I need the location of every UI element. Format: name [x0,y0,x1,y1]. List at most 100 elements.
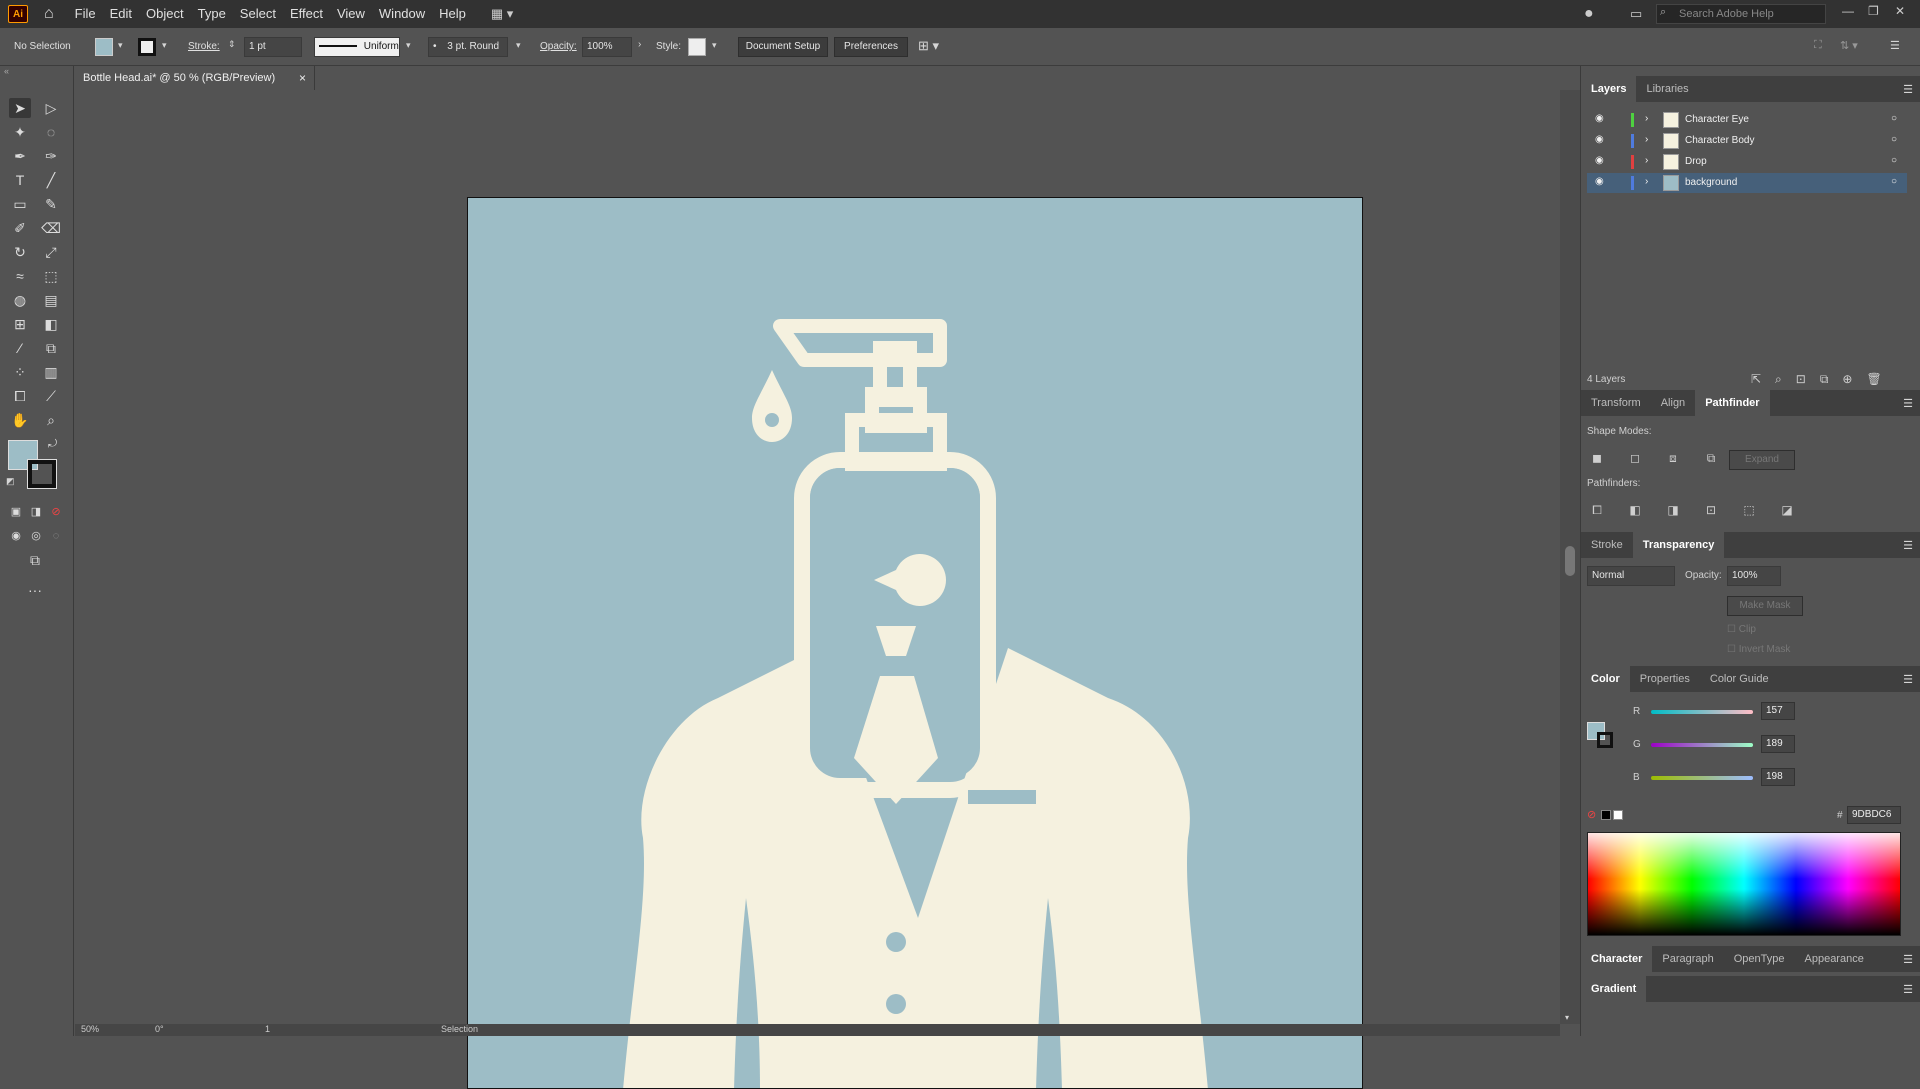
layer-row-background[interactable]: ◉ › background ○ [1587,173,1907,193]
user-icon[interactable]: ● [1584,5,1594,23]
target-circle-icon[interactable]: ○ [1891,113,1897,124]
none-swatch-icon[interactable]: ⊘ [1587,808,1596,821]
menu-effect[interactable]: Effect [283,0,330,28]
tab-character[interactable]: Character [1581,946,1653,972]
tab-color-guide[interactable]: Color Guide [1700,666,1779,692]
magic-wand-tool-icon[interactable]: ✦ [9,122,31,142]
canvas-area[interactable] [75,90,1560,1089]
g-field[interactable]: 189 [1761,735,1795,753]
swap-fill-stroke-icon[interactable]: ⤾ [48,438,57,451]
tab-gradient[interactable]: Gradient [1581,976,1647,1002]
tab-paragraph[interactable]: Paragraph [1652,946,1723,972]
visibility-eye-icon[interactable]: ◉ [1595,134,1604,145]
g-slider[interactable] [1651,743,1753,747]
minus-back-icon[interactable]: ◪ [1779,502,1795,518]
perspective-grid-tool-icon[interactable]: ▤ [40,290,62,310]
scale-tool-icon[interactable]: ⤢ [40,242,62,262]
white-swatch[interactable] [1613,810,1623,820]
rectangle-tool-icon[interactable]: ▭ [9,194,31,214]
fill-dropdown-icon[interactable]: ▾ [118,40,123,51]
layers-menu-icon[interactable]: ☰ [1903,83,1913,96]
bottle-head-artwork[interactable] [468,198,1363,1089]
b-slider[interactable] [1651,776,1753,780]
r-field[interactable]: 157 [1761,702,1795,720]
document-tab[interactable]: Bottle Head.ai* @ 50 % (RGB/Preview) × [75,66,315,90]
target-circle-icon[interactable]: ○ [1891,134,1897,145]
layer-row-character-eye[interactable]: ◉ › Character Eye ○ [1587,110,1907,130]
r-slider[interactable] [1651,710,1753,714]
tab-transform[interactable]: Transform [1581,390,1651,416]
brush-definition[interactable]: • 3 pt. Round [428,37,508,57]
character-menu-icon[interactable]: ☰ [1903,953,1913,966]
lasso-tool-icon[interactable]: ◌ [40,122,62,142]
color-panel-stroke-box[interactable] [1597,732,1613,748]
more-tools-icon[interactable]: ··· [24,580,46,600]
hex-field[interactable]: 9DBDC6 [1847,806,1901,824]
merge-icon[interactable]: ◨ [1665,502,1681,518]
menu-select[interactable]: Select [233,0,283,28]
tab-pathfinder[interactable]: Pathfinder [1695,390,1770,416]
blend-mode-select[interactable]: Normal [1587,566,1675,586]
profile-dropdown-icon[interactable]: ▾ [406,40,411,51]
layer-name[interactable]: background [1685,177,1737,188]
direct-selection-tool-icon[interactable]: ▷ [40,98,62,118]
trim-icon[interactable]: ◧ [1627,502,1643,518]
clip-checkbox[interactable]: ☐ Clip [1727,624,1756,635]
style-dropdown-icon[interactable]: ▾ [712,40,717,51]
layers-footer-icons[interactable]: ⇱⌕⊡⧉⊕🗑 [1751,372,1896,387]
tab-transparency[interactable]: Transparency [1632,532,1725,558]
artboard-number[interactable]: 1 [265,1024,270,1034]
minus-front-icon[interactable]: ◻ [1627,450,1643,466]
invert-mask-checkbox[interactable]: ☐ Invert Mask [1727,644,1790,655]
shaper-tool-icon[interactable]: ✐ [9,218,31,238]
tab-libraries[interactable]: Libraries [1636,76,1698,102]
tab-properties[interactable]: Properties [1630,666,1700,692]
tab-stroke[interactable]: Stroke [1581,532,1633,558]
none-mode-icon[interactable]: ⊘ [45,502,67,522]
column-graph-tool-icon[interactable]: ▥ [40,362,62,382]
arrange-icon[interactable]: ⊞ ▾ [918,38,939,54]
search-help-input[interactable]: Search Adobe Help [1656,4,1826,24]
draw-behind-icon[interactable]: ◎ [25,526,47,546]
document-setup-button[interactable]: Document Setup [738,37,828,57]
tab-color[interactable]: Color [1581,666,1630,692]
style-swatch[interactable] [688,38,706,56]
intersect-icon[interactable]: ⧈ [1665,450,1681,466]
panel-toggle-icon[interactable]: ▭ [1630,6,1642,22]
restore-button[interactable]: ❐ [1868,4,1879,18]
outline-icon[interactable]: ⬚ [1741,502,1757,518]
scroll-down-icon[interactable]: ▾ [1565,1013,1569,1022]
make-mask-button[interactable]: Make Mask [1727,596,1803,616]
type-tool-icon[interactable]: T [9,170,31,190]
workspace-switcher-icon[interactable]: ▦ ▾ [491,6,513,22]
menu-edit[interactable]: Edit [103,0,139,28]
scroll-thumb[interactable] [1565,546,1575,576]
artboard[interactable] [467,197,1363,1089]
transparency-opacity-field[interactable]: 100% [1727,566,1781,586]
free-transform-tool-icon[interactable]: ⬚ [40,266,62,286]
menu-view[interactable]: View [330,0,372,28]
visibility-eye-icon[interactable]: ◉ [1595,113,1604,124]
selection-tool-icon[interactable]: ➤ [9,98,31,118]
opacity-field[interactable]: 100% [582,37,632,57]
gradient-menu-icon[interactable]: ☰ [1903,983,1913,996]
stroke-swatch[interactable] [138,38,156,56]
gradient-tool-icon[interactable]: ◧ [40,314,62,334]
close-window-button[interactable]: ✕ [1895,4,1905,18]
blend-tool-icon[interactable]: ⧉ [40,338,62,358]
stroke-stepper-icon[interactable]: ⇕ [228,39,236,50]
crop-icon[interactable]: ⊡ [1703,502,1719,518]
layer-row-character-body[interactable]: ◉ › Character Body ○ [1587,131,1907,151]
stroke-dropdown-icon[interactable]: ▾ [162,40,167,51]
opacity-arrow-icon[interactable]: › [638,39,641,50]
layer-name[interactable]: Character Body [1685,135,1754,146]
color-menu-icon[interactable]: ☰ [1903,673,1913,686]
target-circle-icon[interactable]: ○ [1891,155,1897,166]
control-menu-icon[interactable]: ☰ [1890,39,1900,52]
menu-file[interactable]: File [68,0,103,28]
pathfinder-menu-icon[interactable]: ☰ [1903,397,1913,410]
divide-icon[interactable]: ⧠ [1589,502,1605,518]
draw-inside-icon[interactable]: ◌ [45,526,67,546]
minimize-button[interactable]: — [1842,4,1854,18]
control-options-icon-1[interactable]: ⛶ [1814,39,1822,52]
